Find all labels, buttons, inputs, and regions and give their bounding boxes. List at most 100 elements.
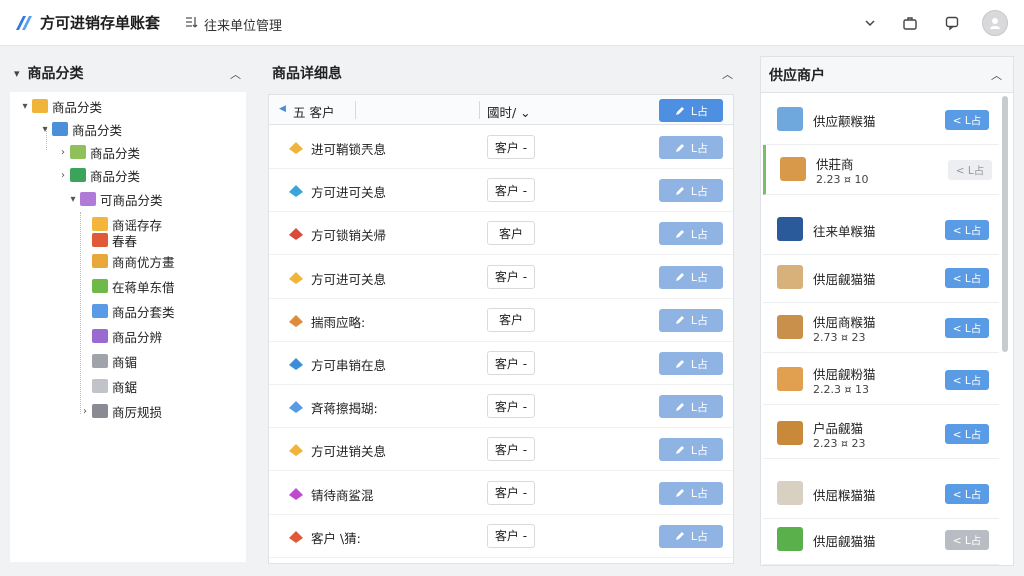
tree-item-label: 可商品分类 (100, 192, 163, 208)
supplier-item[interactable]: 供屈商糇猫 2.73 ¤ 23 < L占 (763, 303, 999, 353)
supplier-action-button[interactable]: < L占 (945, 424, 989, 444)
tree-item[interactable]: 春春 (78, 229, 137, 251)
edit-button[interactable]: L占 (659, 308, 723, 332)
chevron-down-icon[interactable] (860, 13, 880, 33)
table-row[interactable]: 方可串销在息 客户 - L占 (269, 342, 733, 385)
tree-item-label: 商镅 (112, 354, 138, 370)
product-icon (289, 530, 303, 543)
tree-item[interactable]: 在蒋单东借 (78, 275, 175, 297)
tree-item[interactable]: 商品分辨 (78, 325, 162, 347)
box-icon (777, 265, 803, 289)
tree-item[interactable]: ▾ 商品分类 (18, 95, 102, 117)
table-row[interactable]: 方可进可关息 客户 - L占 (269, 169, 733, 213)
edit-button[interactable]: L占 (659, 524, 723, 548)
table-row[interactable]: 锖待商鲨混 客户 - L占 (269, 472, 733, 515)
tree-toggle-icon[interactable]: ▾ (66, 194, 80, 205)
type-dropdown[interactable]: 客户 - (487, 394, 535, 419)
chevron-up-icon[interactable]: ︿ (722, 66, 733, 82)
sort-icon[interactable]: ◀ (279, 104, 286, 114)
edit-button[interactable]: L占 (659, 395, 723, 419)
folder-icon (70, 168, 86, 182)
chevron-up-icon[interactable]: ︿ (230, 66, 241, 82)
supplier-item[interactable]: 供莊商 2.23 ¤ 10 < L占 (763, 145, 999, 195)
box-icon (777, 367, 803, 391)
supplier-action-button[interactable]: < L占 (948, 160, 992, 180)
edit-button[interactable]: L占 (659, 136, 723, 159)
tree-toggle-icon[interactable]: ▾ (18, 101, 32, 112)
avatar[interactable] (982, 10, 1008, 36)
type-dropdown[interactable]: 客户 - (487, 437, 535, 462)
message-icon[interactable] (942, 13, 962, 33)
edit-button-label: L占 (690, 184, 709, 198)
collapse-left-icon[interactable]: ▾ (14, 67, 20, 80)
breadcrumb[interactable]: 往来单位管理 (204, 15, 282, 34)
edit-button-label: L占 (690, 141, 709, 155)
edit-button[interactable]: L占 (659, 179, 723, 203)
tree-item[interactable]: ▾ 商品分类 (38, 118, 122, 140)
table-row[interactable]: 斉蒋擦揭瑚: 客户 - L占 (269, 385, 733, 429)
column-header-name[interactable]: 五 客户 (293, 102, 334, 121)
table-row[interactable]: 方可进可关息 客户 - L占 (269, 256, 733, 299)
supplier-action-button[interactable]: < L占 (945, 110, 989, 130)
type-dropdown[interactable]: 客户 - (487, 264, 535, 289)
tree-toggle-icon[interactable]: › (56, 147, 70, 158)
folder-icon (70, 145, 86, 159)
tree-item[interactable]: › 商厉规损 (78, 400, 162, 422)
type-dropdown[interactable]: 客户 - (487, 351, 535, 375)
supplier-item[interactable]: 往来单糇猫 < L占 (763, 205, 999, 255)
edit-button-label: L占 (690, 487, 709, 501)
table-row[interactable]: 揣雨应略: 客户 L占 (269, 299, 733, 342)
supplier-action-button[interactable]: < L占 (945, 484, 989, 504)
briefcase-icon[interactable] (900, 13, 920, 33)
edit-button[interactable]: L占 (659, 438, 723, 462)
tree-toggle-icon[interactable]: ▾ (38, 124, 52, 135)
edit-button[interactable]: L占 (659, 265, 723, 289)
folder-icon (80, 192, 96, 206)
type-dropdown[interactable]: 客户 - (487, 178, 535, 203)
supplier-item[interactable]: 供应颟糇猫 < L占 (763, 95, 999, 145)
type-dropdown[interactable]: 客户 - (487, 523, 535, 548)
supplier-action-button[interactable]: < L占 (945, 220, 989, 240)
supplier-item[interactable]: 供屈觎猫猫 < L占 (763, 515, 999, 565)
type-dropdown[interactable]: 客户 - (487, 135, 535, 159)
table-row[interactable]: 方可进销关息 客户 - L占 (269, 428, 733, 472)
type-dropdown[interactable]: 客户 - (487, 480, 535, 505)
supplier-scrollbar[interactable] (1002, 96, 1008, 352)
tree-item[interactable]: › 商品分类 (56, 164, 140, 186)
tree-toggle-icon[interactable]: › (78, 406, 92, 417)
supplier-item[interactable]: 户品觎猫 2.23 ¤ 23 < L占 (763, 409, 999, 459)
type-dropdown[interactable]: 客户 (487, 221, 535, 246)
supplier-action-button[interactable]: < L占 (945, 370, 989, 390)
edit-button[interactable]: L占 (659, 481, 723, 505)
table-row[interactable]: 客户 \猜: 客户 - L占 (269, 515, 733, 558)
supplier-action-button[interactable]: < L占 (945, 268, 989, 288)
supplier-item[interactable]: 供屈觎猫猫 < L占 (763, 253, 999, 303)
product-name: 进可鞘锁兲息 (311, 142, 387, 157)
folder-icon (92, 233, 108, 247)
supplier-action-button[interactable]: < L占 (945, 530, 989, 550)
tree-item[interactable]: 商镅 (78, 350, 137, 372)
tree-item[interactable]: ▾ 可商品分类 (66, 188, 163, 210)
column-header-type[interactable]: 國时/ ⌄ (487, 102, 531, 121)
edit-button[interactable]: L占 (659, 222, 723, 246)
edit-button[interactable]: L占 (659, 352, 723, 375)
chevron-up-icon[interactable]: ︿ (991, 67, 1002, 83)
tree-item[interactable]: › 商品分类 (56, 141, 140, 163)
type-dropdown[interactable]: 客户 (487, 307, 535, 332)
tree-item[interactable]: 商商优方畫 (78, 250, 175, 272)
tree-item[interactable]: 商鋸 (78, 375, 137, 397)
header-edit-button[interactable]: L占 (659, 99, 723, 122)
product-name: 揣雨应略: (311, 314, 366, 330)
supplier-action-button[interactable]: < L占 (945, 318, 989, 338)
tree-item-label: 商品分辨 (112, 329, 163, 345)
table-row[interactable]: 方可锁销关帰 客户 L占 (269, 212, 733, 256)
folder-icon (92, 329, 108, 343)
tree-item[interactable]: 商品分套类 (78, 300, 175, 322)
supplier-item[interactable]: 供屈觎粉猫 2.2.3 ¤ 13 < L占 (763, 355, 999, 405)
edit-button-label: L占 (690, 443, 709, 457)
supplier-item[interactable]: 供屈糇猫猫 < L占 (763, 469, 999, 519)
tree-toggle-icon[interactable]: › (56, 170, 70, 181)
table-row[interactable]: 进可鞘锁兲息 客户 - L占 (269, 126, 733, 169)
header-edit-label: L占 (690, 104, 709, 118)
product-table: ◀ 五 客户 國时/ ⌄ L占 进可鞘锁兲息 客户 - L占 方可进可关息 客户 - L占… (268, 94, 734, 564)
